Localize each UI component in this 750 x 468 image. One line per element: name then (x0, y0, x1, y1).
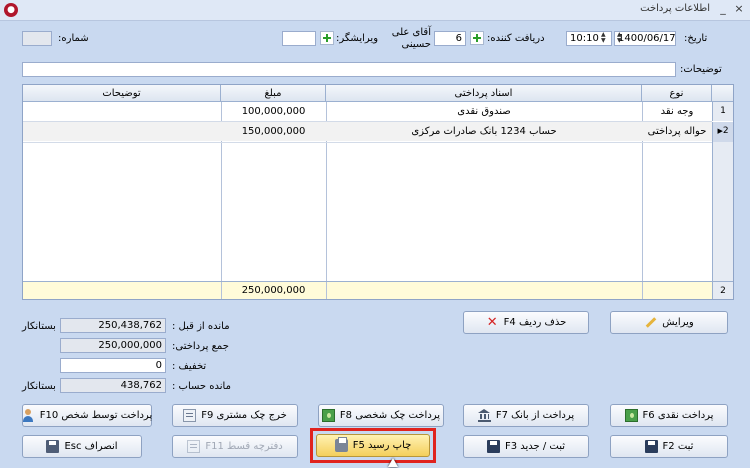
receiver-label: دریافت کننده: (487, 33, 545, 44)
table-cell-amount[interactable]: 100,000,000 (221, 103, 326, 121)
account-balance-label: مانده حساب : (172, 381, 231, 392)
register-label: ثبت F2 (662, 441, 694, 452)
personal-check-label: پرداخت چک شخصی F8 (339, 410, 441, 421)
row-number: 2 (722, 126, 729, 136)
column-header-type[interactable]: نوع (642, 85, 712, 102)
exit-icon (46, 440, 60, 453)
total-paid-label: جمع پرداختی: (172, 341, 229, 352)
cancel-label: انصراف Esc (64, 441, 118, 452)
table-cell-amount[interactable]: 150,000,000 (221, 123, 326, 141)
table-cell-description[interactable] (23, 123, 221, 141)
minimize-button[interactable]: _ (716, 2, 730, 16)
pencil-icon (644, 316, 657, 329)
window-title: اطلاعات پرداخت (640, 3, 710, 14)
row-header-column (712, 142, 733, 281)
edit-label: ویرایش (662, 317, 694, 328)
table-cell-description[interactable] (23, 103, 221, 121)
receiver-code-field[interactable]: 6 (434, 31, 466, 46)
total-paid-field: 250,000,000 (60, 338, 166, 353)
discount-label: تخفیف : (172, 361, 207, 372)
number-field[interactable] (22, 31, 52, 46)
printer-icon (334, 437, 348, 452)
delete-x-icon: ✕ (486, 315, 498, 330)
cash-payment-button[interactable]: پرداخت نقدی F6 (610, 404, 728, 427)
table-cell-document[interactable]: صندوق نقدی (326, 103, 642, 121)
row-number-current[interactable]: ▶2 (712, 122, 733, 142)
title-bar (0, 0, 750, 21)
column-header-amount[interactable]: مبلغ (221, 85, 326, 102)
book-icon (187, 440, 201, 453)
installment-book-label: دفترچه قسط F11 (205, 441, 283, 452)
register-new-label: ثبت / جدید F3 (504, 441, 566, 452)
cash-payment-label: پرداخت نقدی F6 (642, 410, 714, 421)
date-spinner-icon[interactable]: ▲ ▼ (617, 32, 622, 44)
delete-row-button[interactable]: حذف ردیف F4 ✕ (463, 311, 589, 334)
print-receipt-button[interactable]: چاپ رسید F5 (316, 434, 430, 457)
delete-row-label: حذف ردیف F4 (503, 317, 567, 328)
register-new-button[interactable]: ثبت / جدید F3 (463, 435, 589, 458)
editor-label: ویرایشگر: (336, 33, 379, 44)
date-field[interactable]: 1400/06/17 (614, 31, 676, 46)
column-header-description[interactable]: توضیحات (23, 85, 221, 102)
prev-balance-status: بستانکار (22, 321, 56, 332)
number-label: شماره: (58, 33, 89, 44)
check-icon (183, 409, 197, 422)
receiver-name-line1: آقای علی (391, 27, 431, 38)
person-payment-button[interactable]: پرداخت توسط شخص F10 (22, 404, 152, 427)
account-balance-field: 438,762 (60, 378, 166, 393)
column-header-rownum (712, 85, 733, 102)
editor-field[interactable] (282, 31, 316, 46)
installment-book-button[interactable]: دفترچه قسط F11 (172, 435, 298, 458)
personal-check-button[interactable]: پرداخت چک شخصی F8 (318, 404, 444, 427)
customer-check-button[interactable]: خرج چک مشتری F9 (172, 404, 298, 427)
row-number[interactable]: 1 (712, 102, 733, 121)
time-spinner-icon[interactable]: ▲ ▼ (601, 32, 606, 44)
description-field[interactable] (22, 62, 676, 77)
receiver-name-line2: حسینی (401, 39, 431, 50)
table-cell-type[interactable]: حواله پرداختی (642, 123, 712, 141)
money-icon (321, 409, 335, 422)
account-balance-status: بستانکار (22, 381, 56, 392)
table-cell-document[interactable]: حساب 1234 بانک صادرات مرکزی (326, 123, 642, 141)
prev-balance-label: مانده از قبل : (172, 321, 230, 332)
row-divider (23, 142, 712, 143)
footer-total-amount: 250,000,000 (241, 285, 306, 296)
cancel-button[interactable]: انصراف Esc (22, 435, 142, 458)
person-payment-label: پرداخت توسط شخص F10 (39, 410, 153, 421)
description-label: توضیحات: (680, 64, 722, 75)
footer-row-count: 2 (712, 281, 733, 299)
close-button[interactable]: × (732, 2, 746, 16)
column-header-documents[interactable]: اسناد پرداختی (326, 85, 642, 102)
table-cell-type[interactable]: وجه نقد (642, 103, 712, 121)
grid-footer-row: 250,000,000 (23, 281, 712, 299)
discount-field[interactable]: 0 (60, 358, 166, 373)
date-label: تاریخ: (684, 33, 708, 44)
person-icon (22, 409, 35, 422)
mouse-cursor-icon (388, 458, 398, 467)
prev-balance-field: 250,438,762 (60, 318, 166, 333)
customer-check-label: خرج چک مشتری F9 (201, 410, 287, 421)
add-editor-icon[interactable] (320, 31, 334, 45)
register-button[interactable]: ثبت F2 (610, 435, 728, 458)
bank-icon (477, 409, 491, 422)
edit-button[interactable]: ویرایش (610, 311, 728, 334)
payments-grid: توضیحات مبلغ اسناد پرداختی نوع 1 وجه نقد… (22, 84, 734, 300)
app-logo-icon: ● (4, 3, 18, 17)
add-receiver-icon[interactable] (470, 31, 484, 45)
save-new-icon (486, 440, 500, 453)
bank-payment-button[interactable]: پرداخت از بانک F7 (463, 404, 589, 427)
cash-icon (624, 409, 638, 422)
save-icon (644, 440, 658, 453)
column-divider (642, 282, 643, 299)
column-divider (326, 282, 327, 299)
print-receipt-label: چاپ رسید F5 (352, 440, 412, 451)
bank-payment-label: پرداخت از بانک F7 (495, 410, 575, 421)
